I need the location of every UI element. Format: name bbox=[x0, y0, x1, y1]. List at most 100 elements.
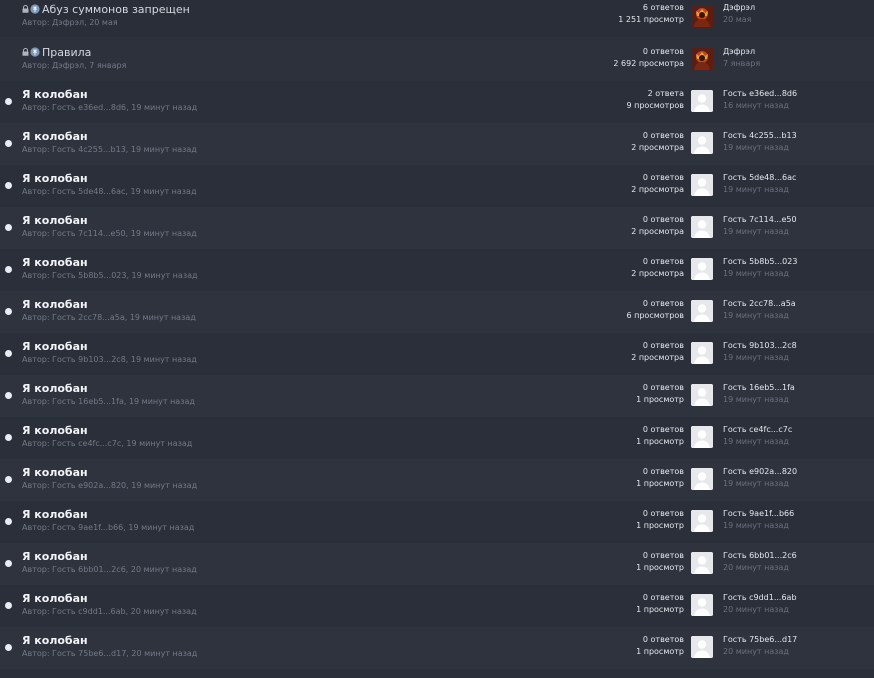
last-post: Гость e36ed...8d6 16 минут назад bbox=[723, 88, 797, 112]
last-post-author[interactable]: Гость c9dd1...6ab bbox=[723, 592, 797, 604]
last-post-author[interactable]: Гость 16eb5...1fa bbox=[723, 382, 795, 394]
guest-avatar-icon[interactable] bbox=[691, 300, 713, 322]
topic-row[interactable]: Я колобан Автор: Гость 7c114...e50, 19 м… bbox=[0, 207, 874, 249]
last-post-author[interactable]: Гость 6bb01...2c6 bbox=[723, 550, 797, 562]
guest-avatar-icon[interactable] bbox=[691, 384, 713, 406]
topic-title[interactable]: Я колобан bbox=[22, 298, 88, 311]
topic-meta: Автор: Гость 6bb01...2c6, 20 минут назад bbox=[22, 565, 197, 574]
pin-icon bbox=[30, 4, 40, 14]
guest-avatar-icon[interactable] bbox=[691, 342, 713, 364]
last-post-author[interactable]: Гость 9b103...2c8 bbox=[723, 340, 797, 352]
topic-row[interactable]: Я колобан Автор: Гость 16eb5...1fa, 19 м… bbox=[0, 375, 874, 417]
last-post-author[interactable]: Гость 9ae1f...b66 bbox=[723, 508, 794, 520]
unread-dot-icon bbox=[5, 140, 12, 147]
topic-row[interactable]: Я колобан Автор: Гость 75be6...d17, 20 м… bbox=[0, 627, 874, 669]
last-post-author[interactable]: Гость 4c255...b13 bbox=[723, 130, 797, 142]
guest-avatar-icon[interactable] bbox=[691, 90, 713, 112]
last-post-author[interactable]: Дэфрэл bbox=[723, 2, 755, 14]
unread-dot-icon bbox=[5, 182, 12, 189]
topic-row[interactable]: Я колобан Автор: Гость 5b8b5...023, 19 м… bbox=[0, 249, 874, 291]
pinned-topic-row[interactable]: Правила Автор: Дэфрэл, 7 января 0 ответо… bbox=[0, 37, 874, 81]
guest-avatar-icon[interactable] bbox=[691, 468, 713, 490]
last-post-author[interactable]: Гость e36ed...8d6 bbox=[723, 88, 797, 100]
topic-stats: 0 ответов 1 просмотр bbox=[636, 382, 684, 406]
last-post-author[interactable]: Гость e902a...820 bbox=[723, 466, 797, 478]
avatar[interactable] bbox=[691, 48, 713, 70]
topic-main: Я колобан Автор: Гость c9dd1...6ab, 20 м… bbox=[22, 591, 197, 617]
topic-row[interactable]: Я колобан Автор: Гость 4c255...b13, 19 м… bbox=[0, 123, 874, 165]
topic-title[interactable]: Я колобан bbox=[22, 466, 88, 479]
guest-avatar-icon[interactable] bbox=[691, 552, 713, 574]
topic-title[interactable]: Я колобан bbox=[22, 634, 88, 647]
topic-row[interactable]: Я колобан Автор: Гость 5de48...6ac, 19 м… bbox=[0, 165, 874, 207]
last-post-time: 19 минут назад bbox=[723, 437, 789, 446]
topic-row[interactable]: Я колобан Автор: Гость 9b103...2c8, 19 м… bbox=[0, 333, 874, 375]
last-post-author[interactable]: Гость 7c114...e50 bbox=[723, 214, 797, 226]
topic-row[interactable]: Я колобан Автор: Гость c9dd1...6ab, 20 м… bbox=[0, 585, 874, 627]
topic-title[interactable]: Я колобан bbox=[22, 214, 88, 227]
replies-count: 0 ответов bbox=[642, 383, 684, 392]
last-post: Гость 6bb01...2c6 20 минут назад bbox=[723, 550, 797, 574]
last-post-time: 19 минут назад bbox=[723, 311, 789, 320]
last-post-author[interactable]: Гость 2cc78...a5a bbox=[723, 298, 796, 310]
topic-meta: Автор: Гость 9b103...2c8, 19 минут назад bbox=[22, 355, 197, 364]
last-post: Дэфрэл 7 января bbox=[723, 46, 760, 70]
topic-title[interactable]: Я колобан bbox=[22, 256, 88, 269]
topic-row[interactable]: Я колобан Автор: Гость e36ed...8d6, 19 м… bbox=[0, 81, 874, 123]
topic-stats: 0 ответов 6 просмотров bbox=[626, 298, 684, 322]
views-count: 6 просмотров bbox=[626, 311, 684, 320]
topic-title[interactable]: Я колобан bbox=[22, 550, 88, 563]
topic-stats: 0 ответов 1 просмотр bbox=[636, 550, 684, 574]
guest-avatar-icon[interactable] bbox=[691, 594, 713, 616]
topic-title[interactable]: Я колобан bbox=[22, 424, 88, 437]
guest-avatar-icon[interactable] bbox=[691, 510, 713, 532]
topic-stats: 0 ответов 1 просмотр bbox=[636, 508, 684, 532]
lock-icon bbox=[22, 5, 29, 13]
topic-title[interactable]: Я колобан bbox=[22, 340, 88, 353]
last-post-author[interactable]: Гость 75be6...d17 bbox=[723, 634, 797, 646]
topic-main: Я колобан Автор: Гость e36ed...8d6, 19 м… bbox=[22, 87, 198, 113]
guest-avatar-icon[interactable] bbox=[691, 636, 713, 658]
views-count: 1 просмотр bbox=[636, 395, 684, 404]
last-post-author[interactable]: Гость 5de48...6ac bbox=[723, 172, 796, 184]
topic-row[interactable]: Я колобан Автор: Гость 9ae1f...b66, 19 м… bbox=[0, 501, 874, 543]
topic-title[interactable]: Я колобан bbox=[22, 382, 88, 395]
last-post: Гость 75be6...d17 20 минут назад bbox=[723, 634, 797, 658]
views-count: 1 просмотр bbox=[636, 437, 684, 446]
guest-avatar-icon[interactable] bbox=[691, 426, 713, 448]
last-post-author[interactable]: Дэфрэл bbox=[723, 46, 760, 58]
topic-meta: Автор: Гость 2cc78...a5a, 19 минут назад bbox=[22, 313, 196, 322]
last-post-author[interactable]: Гость 5b8b5...023 bbox=[723, 256, 797, 268]
topic-row[interactable]: Я колобан Автор: Гость 2cc78...a5a, 19 м… bbox=[0, 291, 874, 333]
topic-row[interactable]: Я колобан Автор: Гость 6bb01...2c6, 20 м… bbox=[0, 543, 874, 585]
guest-avatar-icon[interactable] bbox=[691, 174, 713, 196]
topic-title[interactable]: Я колобан bbox=[22, 88, 88, 101]
topic-stats: 0 ответов 1 просмотр bbox=[636, 634, 684, 658]
replies-count: 2 ответа bbox=[647, 89, 684, 98]
topic-title[interactable]: Я колобан bbox=[22, 130, 88, 143]
topic-title[interactable]: Я колобан bbox=[22, 592, 88, 605]
guest-avatar-icon[interactable] bbox=[691, 132, 713, 154]
last-post-author[interactable]: Гость ce4fc...c7c bbox=[723, 424, 792, 436]
guest-avatar-icon[interactable] bbox=[691, 258, 713, 280]
avatar[interactable] bbox=[691, 5, 713, 27]
last-post-time: 20 минут назад bbox=[723, 563, 789, 572]
topic-meta: Автор: Гость 4c255...b13, 19 минут назад bbox=[22, 145, 197, 154]
topic-meta: Автор: Гость e36ed...8d6, 19 минут назад bbox=[22, 103, 198, 112]
unread-dot-icon bbox=[5, 476, 12, 483]
unread-dot-icon bbox=[5, 560, 12, 567]
topic-row[interactable]: Я колобан Автор: Гость ce4fc...c7c, 19 м… bbox=[0, 417, 874, 459]
topic-title[interactable]: Я колобан bbox=[22, 508, 88, 521]
unread-dot-icon bbox=[5, 308, 12, 315]
guest-avatar-icon[interactable] bbox=[691, 216, 713, 238]
topic-title[interactable]: Абуз суммонов запрещен bbox=[42, 3, 190, 16]
unread-dot-icon bbox=[5, 518, 12, 525]
views-count: 1 просмотр bbox=[636, 479, 684, 488]
topic-row[interactable]: Я колобан Автор: Гость e902a...820, 19 м… bbox=[0, 459, 874, 501]
topic-stats: 0 ответов 2 просмотра bbox=[631, 256, 684, 280]
last-post: Гость ce4fc...c7c 19 минут назад bbox=[723, 424, 792, 448]
views-count: 2 692 просмотра bbox=[613, 59, 684, 68]
pinned-topic-row[interactable]: Абуз суммонов запрещен Автор: Дэфрэл, 20… bbox=[0, 0, 874, 37]
topic-title[interactable]: Правила bbox=[42, 46, 91, 59]
topic-title[interactable]: Я колобан bbox=[22, 172, 88, 185]
